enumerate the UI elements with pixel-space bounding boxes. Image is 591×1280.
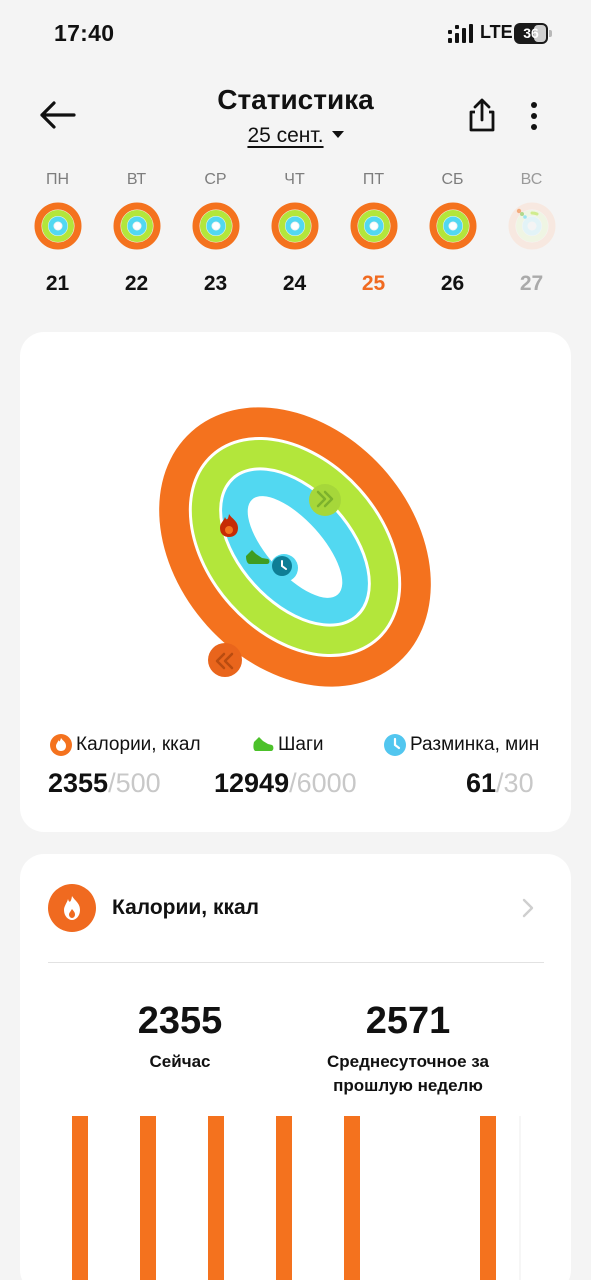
day-abbr: СБ: [441, 171, 464, 188]
metric-label: Шаги: [278, 734, 324, 755]
card-title: Калории, ккал: [112, 896, 259, 919]
activity-rings-card: Калории, ккал 2355/500 Шаги 12949/6000 Р…: [20, 332, 571, 832]
week-strip: ПН 21 ВТ 22 СР 23 ЧТ 24 ПТ 25 СБ 26 ВС 2…: [18, 168, 573, 308]
status-bar: 17:40 LTE 36: [0, 0, 591, 66]
more-options-icon[interactable]: [522, 98, 546, 134]
activity-rings-mini: [429, 202, 477, 250]
metric-goal: /6000: [289, 768, 357, 798]
day-wed[interactable]: СР 23: [176, 168, 255, 308]
day-number: 23: [203, 272, 228, 295]
chart-bar: [72, 1116, 88, 1280]
day-number: 21: [45, 272, 70, 295]
day-abbr: ВС: [520, 171, 543, 188]
chart-bar: [208, 1116, 224, 1280]
day-sat[interactable]: СБ 26: [413, 168, 492, 308]
day-number: 26: [440, 272, 465, 295]
current-value: 2355: [137, 1000, 223, 1042]
metric-goal: /500: [108, 768, 161, 798]
activity-rings-mini: [271, 202, 319, 250]
chart-bar: [140, 1116, 156, 1280]
divider: [48, 962, 544, 963]
date-label: 25 сент.: [247, 124, 324, 147]
day-fri[interactable]: ПТ 25: [334, 168, 413, 308]
current-label: Сейчас: [149, 1052, 211, 1071]
flame-icon: [50, 734, 72, 756]
chart-bar: [480, 1116, 496, 1280]
activity-rings-mini: [192, 202, 240, 250]
page-title: Статистика: [217, 84, 374, 115]
day-tue[interactable]: ВТ 22: [97, 168, 176, 308]
average-value: 2571: [365, 1000, 451, 1042]
day-abbr: ПТ: [362, 171, 385, 188]
activity-rings-mini: [113, 202, 161, 250]
clock-icon: [384, 734, 406, 756]
day-abbr: ПН: [45, 171, 70, 188]
chart-bar: [344, 1116, 360, 1280]
activity-rings-mini: [350, 202, 398, 250]
day-sun[interactable]: ВС 27: [492, 168, 571, 308]
metric-goal: /30: [496, 768, 534, 798]
day-abbr: ЧТ: [284, 171, 305, 188]
day-number: 27: [519, 272, 544, 295]
battery-icon: 36: [514, 23, 552, 44]
signal-icon: [448, 24, 473, 43]
metric-steps[interactable]: Шаги 12949/6000: [214, 734, 357, 798]
activity-rings: [159, 407, 431, 687]
day-thu[interactable]: ЧТ 24: [255, 168, 334, 308]
activity-rings-mini: [34, 202, 82, 250]
clock-icon: [272, 556, 292, 576]
status-time: 17:40: [54, 20, 115, 46]
share-icon[interactable]: [462, 96, 502, 136]
day-number: 22: [124, 272, 149, 295]
average-label: Среднесуточное за прошлую неделю: [327, 1052, 489, 1095]
network-type: LTE: [480, 22, 513, 42]
day-number: 25: [361, 272, 386, 295]
chart-bar: [276, 1116, 292, 1280]
caret-down-icon: [331, 130, 344, 138]
calories-card[interactable]: Калории, ккал 2355 Сейчас 2571 Среднесут…: [20, 854, 571, 1280]
chevron-right-icon[interactable]: [520, 896, 536, 920]
shoe-icon: [253, 737, 274, 751]
day-abbr: ВТ: [126, 171, 147, 188]
metric-label: Разминка, мин: [410, 734, 540, 755]
metric-value: 2355/500: [48, 768, 161, 798]
day-number: 24: [282, 272, 307, 295]
day-mon[interactable]: ПН 21: [18, 168, 97, 308]
battery-level: 36: [523, 25, 539, 41]
metric-workout[interactable]: Разминка, мин 61/30: [384, 734, 540, 798]
flame-icon: [48, 884, 96, 932]
metric-value: 12949/6000: [214, 768, 357, 798]
metric-value: 61/30: [466, 768, 534, 798]
day-abbr: СР: [204, 171, 227, 188]
metric-calories[interactable]: Калории, ккал 2355/500: [48, 734, 201, 798]
activity-rings-mini: [508, 202, 556, 250]
calories-bar-chart: 2 8002 100: [72, 1116, 521, 1280]
date-selector[interactable]: 25 сент.: [0, 124, 591, 148]
metric-label: Калории, ккал: [76, 734, 201, 755]
